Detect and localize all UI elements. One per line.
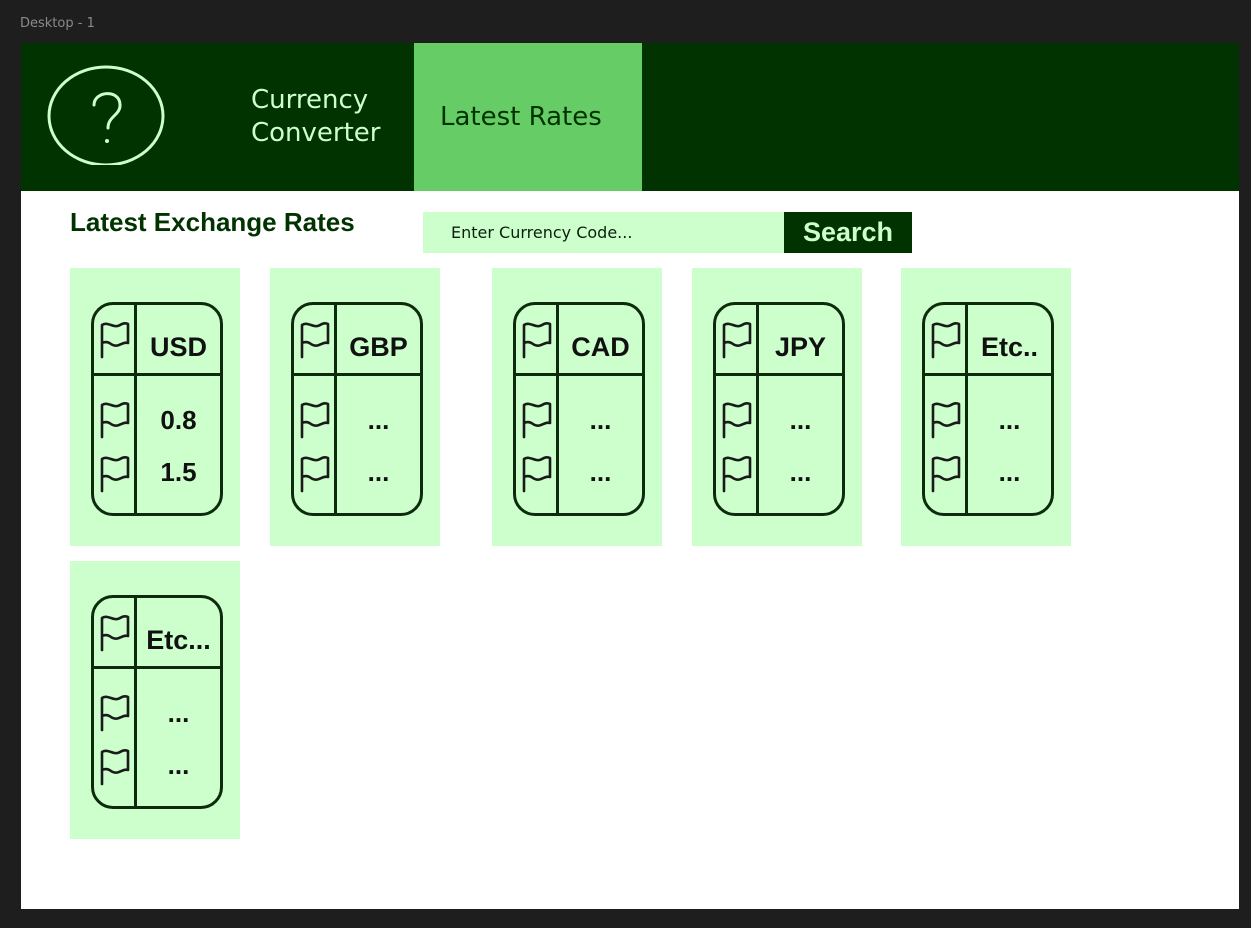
currency-code: CAD (571, 332, 630, 362)
flag-icon (720, 455, 752, 493)
currency-card[interactable]: CAD...... (492, 268, 662, 546)
rate-value: 0.8 (160, 405, 197, 435)
rate-value: ... (167, 698, 190, 728)
question-circle-icon[interactable] (47, 65, 165, 167)
rate-value: ... (589, 405, 612, 435)
nav-link-currency-converter[interactable]: Currency Converter (251, 84, 421, 150)
currency-card[interactable]: Etc........ (901, 268, 1071, 546)
table-divider (716, 373, 842, 376)
tab-latest-rates[interactable]: Latest Rates (414, 43, 642, 191)
table-divider (94, 666, 220, 669)
flag-icon (298, 455, 330, 493)
flag-icon (520, 321, 552, 359)
rate-value: ... (998, 457, 1021, 487)
rate-table: CAD...... (513, 302, 645, 516)
flag-icon (520, 401, 552, 439)
tab-latest-rates-label: Latest Rates (440, 102, 602, 132)
flag-icon (720, 321, 752, 359)
flag-icon (98, 401, 130, 439)
flag-icon (98, 321, 130, 359)
table-divider (516, 373, 642, 376)
currency-card[interactable]: USD 0.8 1.5 (70, 268, 240, 546)
flag-icon (298, 321, 330, 359)
flag-icon (98, 455, 130, 493)
app-frame: Currency Converter Latest Rates Latest E… (21, 43, 1239, 909)
flag-icon (720, 401, 752, 439)
flag-icon (98, 748, 130, 786)
search-button[interactable]: Search (784, 212, 912, 253)
flag-icon (929, 401, 961, 439)
table-divider (925, 373, 1051, 376)
table-divider (94, 373, 220, 376)
currency-code: Etc... (146, 625, 211, 655)
rate-value: ... (367, 405, 390, 435)
flag-icon (298, 401, 330, 439)
rate-value: ... (789, 405, 812, 435)
frame-label: Desktop - 1 (20, 16, 95, 31)
currency-code: Etc.. (980, 332, 1039, 362)
currency-code: JPY (774, 332, 827, 362)
currency-search-input[interactable] (423, 212, 785, 253)
rate-value: 1.5 (160, 457, 197, 487)
flag-icon (929, 455, 961, 493)
rate-table: JPY...... (713, 302, 845, 516)
currency-card[interactable]: JPY...... (692, 268, 862, 546)
page-title: Latest Exchange Rates (70, 207, 355, 237)
currency-card[interactable]: Etc......... (70, 561, 240, 839)
top-nav: Currency Converter Latest Rates (21, 43, 1239, 191)
flag-icon (520, 455, 552, 493)
rate-value: ... (998, 405, 1021, 435)
rate-table: USD 0.8 1.5 (91, 302, 223, 516)
rate-value: ... (167, 750, 190, 780)
rate-value: ... (789, 457, 812, 487)
rate-table: Etc........ (922, 302, 1054, 516)
currency-card[interactable]: GBP...... (270, 268, 440, 546)
rate-table: Etc......... (91, 595, 223, 809)
currency-code: USD (149, 332, 207, 362)
table-divider (294, 373, 420, 376)
rate-value: ... (367, 457, 390, 487)
currency-code: GBP (349, 332, 408, 362)
flag-icon (98, 694, 130, 732)
rate-value: ... (589, 457, 612, 487)
rate-table: GBP...... (291, 302, 423, 516)
flag-icon (929, 321, 961, 359)
flag-icon (98, 614, 130, 652)
